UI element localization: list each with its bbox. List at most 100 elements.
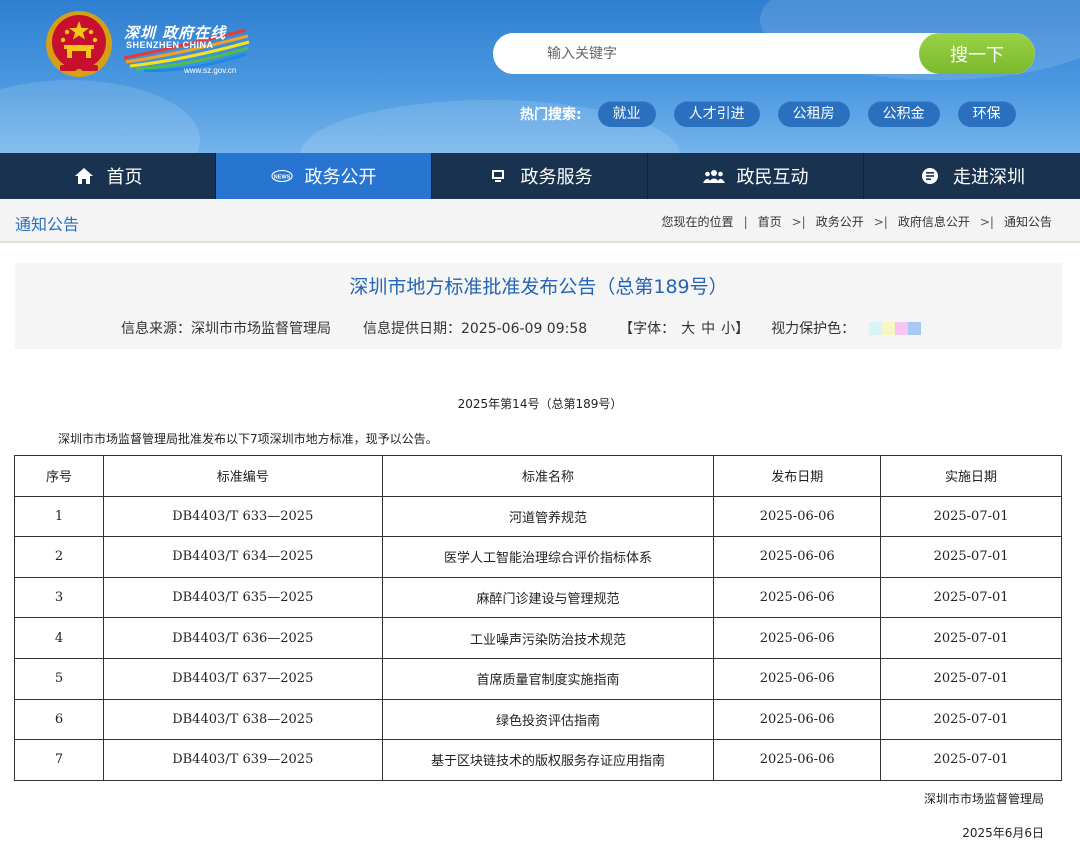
eye-color-swatch-cyan[interactable] xyxy=(869,321,883,335)
table-header: 实施日期 xyxy=(880,455,1062,497)
table-cell-publish-date: 2025-06-06 xyxy=(713,495,882,538)
breadcrumb-bar: 通知公告 您现在的位置 | 首页 >| 政务公开 >| 政府信息公开 >| 通知… xyxy=(0,199,1080,243)
eye-color-swatch-pink[interactable] xyxy=(895,321,909,335)
info-icon xyxy=(919,166,941,186)
table-cell-name: 绿色投资评估指南 xyxy=(381,698,715,741)
nav-item-government-affairs[interactable]: NEWS 政务公开 xyxy=(216,153,432,199)
table-cell-index: 1 xyxy=(14,495,104,538)
table-cell-name: 工业噪声污染防治技术规范 xyxy=(381,617,715,659)
nav-item-label: 政务公开 xyxy=(304,167,377,188)
nav-item-label: 政民互动 xyxy=(736,167,809,188)
table-header: 标准编号 xyxy=(102,455,383,497)
search-input[interactable] xyxy=(493,33,923,74)
signature: 深圳市市场监督管理局 xyxy=(923,792,1044,806)
hot-tag-environment[interactable]: 环保 xyxy=(957,101,1016,127)
font-size-large[interactable]: 大 xyxy=(681,318,695,338)
table-cell-code: DB4403/T 633—2025 xyxy=(102,495,383,538)
table-row: 7 DB4403/T 639—2025 基于区块链技术的版权服务存证应用指南 2… xyxy=(14,739,1062,781)
table-cell-publish-date: 2025-06-06 xyxy=(713,617,882,659)
table-cell-effective-date: 2025-07-01 xyxy=(880,698,1062,741)
nav-item-about-shenzhen[interactable]: 走进深圳 xyxy=(864,153,1080,199)
table-cell-code: DB4403/T 638—2025 xyxy=(102,698,383,741)
nav-item-label: 首页 xyxy=(106,167,143,188)
breadcrumb-separator: >| xyxy=(791,214,806,229)
table-cell-effective-date: 2025-07-01 xyxy=(880,739,1062,781)
article-header: 深圳市地方标准批准发布公告（总第189号） 信息来源：深圳市市场监督管理局 信息… xyxy=(15,263,1062,349)
table-row: 3 DB4403/T 635—2025 麻醉门诊建设与管理规范 2025-06-… xyxy=(14,576,1062,619)
article-meta: 信息来源：深圳市市场监督管理局 信息提供日期：2025-06-09 09:58 … xyxy=(121,318,922,338)
hot-tag-talent[interactable]: 人才引进 xyxy=(673,101,760,127)
table-cell-code: DB4403/T 634—2025 xyxy=(102,536,383,578)
table-cell-index: 6 xyxy=(14,698,104,741)
eye-color-swatch-blue[interactable] xyxy=(908,321,922,335)
table-cell-effective-date: 2025-07-01 xyxy=(880,617,1062,659)
hot-tag-public-housing[interactable]: 公租房 xyxy=(777,101,850,127)
table-cell-effective-date: 2025-07-01 xyxy=(880,576,1062,619)
nav-item-interaction[interactable]: 政民互动 xyxy=(648,153,864,199)
nav-item-home[interactable]: 首页 xyxy=(0,153,216,199)
breadcrumb-separator: | xyxy=(743,214,748,229)
breadcrumb-separator: >| xyxy=(873,214,888,229)
table-cell-name: 医学人工智能治理综合评价指标体系 xyxy=(381,536,715,578)
breadcrumb-info-disclosure[interactable]: 政府信息公开 xyxy=(898,213,970,230)
signature-date: 2025年6月6日 xyxy=(962,826,1044,840)
svg-text:NEWS: NEWS xyxy=(273,174,290,180)
hot-search-label: 热门搜索: xyxy=(520,107,582,123)
table-cell-publish-date: 2025-06-06 xyxy=(713,657,882,700)
table-cell-publish-date: 2025-06-06 xyxy=(713,739,882,781)
breadcrumb-home[interactable]: 首页 xyxy=(758,213,782,230)
section-title: 通知公告 xyxy=(15,215,80,234)
table-cell-code: DB4403/T 639—2025 xyxy=(102,739,383,781)
table-row: 1 DB4403/T 633—2025 河道管养规范 2025-06-06 20… xyxy=(14,495,1062,538)
table-cell-index: 5 xyxy=(14,657,104,700)
table-cell-effective-date: 2025-07-01 xyxy=(880,536,1062,578)
table-cell-effective-date: 2025-07-01 xyxy=(880,495,1062,538)
breadcrumb-notices[interactable]: 通知公告 xyxy=(1004,213,1052,230)
font-size-small[interactable]: 小 xyxy=(721,318,735,338)
logo-english: SHENZHEN CHINA xyxy=(126,40,214,50)
site-logo[interactable]: 深圳 政府在线 SHENZHEN CHINA www.sz.gov.cn xyxy=(124,22,254,80)
breadcrumb-prefix: 您现在的位置 xyxy=(661,215,734,229)
search-box: 搜一下 xyxy=(493,33,1035,74)
standards-table: 序号 标准编号 标准名称 发布日期 实施日期 1 DB4403/T 633—20… xyxy=(14,455,1062,781)
issue-number: 2025年第14号（总第189号） xyxy=(457,397,623,411)
font-size-label-open: 【字体： xyxy=(619,321,676,337)
eye-care-label: 视力保护色： xyxy=(771,321,856,337)
table-row: 6 DB4403/T 638—2025 绿色投资评估指南 2025-06-06 … xyxy=(14,698,1062,741)
table-cell-code: DB4403/T 635—2025 xyxy=(102,576,383,619)
hot-tag-jobs[interactable]: 就业 xyxy=(597,101,656,127)
breadcrumb: 您现在的位置 | 首页 >| 政务公开 >| 政府信息公开 >| 通知公告 xyxy=(662,213,1052,230)
breadcrumb-separator: >| xyxy=(979,214,994,229)
table-row: 4 DB4403/T 636—2025 工业噪声污染防治技术规范 2025-06… xyxy=(14,617,1062,659)
table-cell-index: 7 xyxy=(14,739,104,781)
table-header-row: 序号 标准编号 标准名称 发布日期 实施日期 xyxy=(14,455,1062,497)
nav-item-label: 走进深圳 xyxy=(953,167,1025,188)
table-cell-name: 河道管养规范 xyxy=(381,495,715,538)
table-cell-code: DB4403/T 637—2025 xyxy=(102,657,383,700)
info-source: 信息来源：深圳市市场监督管理局 xyxy=(121,321,331,337)
eye-color-swatch-yellow[interactable] xyxy=(882,321,896,335)
table-cell-index: 3 xyxy=(14,576,104,619)
logo-url: www.sz.gov.cn xyxy=(184,66,237,75)
table-row: 2 DB4403/T 634—2025 医学人工智能治理综合评价指标体系 202… xyxy=(14,536,1062,578)
table-cell-name: 麻醉门诊建设与管理规范 xyxy=(381,576,715,619)
table-cell-publish-date: 2025-06-06 xyxy=(713,698,882,741)
people-icon xyxy=(702,166,725,186)
news-icon: NEWS xyxy=(270,166,293,186)
table-cell-name: 首席质量官制度实施指南 xyxy=(381,657,715,700)
search-button[interactable]: 搜一下 xyxy=(919,33,1035,74)
table-cell-effective-date: 2025-07-01 xyxy=(880,657,1062,700)
table-header: 序号 xyxy=(14,455,104,497)
article-title: 深圳市地方标准批准发布公告（总第189号） xyxy=(349,276,728,298)
home-icon xyxy=(73,166,95,186)
site-header: 深圳 政府在线 SHENZHEN CHINA www.sz.gov.cn 搜一下… xyxy=(0,0,1080,153)
nav-item-services[interactable]: 政务服务 xyxy=(432,153,648,199)
table-cell-code: DB4403/T 636—2025 xyxy=(102,617,383,659)
table-header: 发布日期 xyxy=(713,455,882,497)
font-size-medium[interactable]: 中 xyxy=(701,318,715,338)
nav-item-label: 政务服务 xyxy=(520,167,593,188)
table-cell-index: 4 xyxy=(14,617,104,659)
monitor-icon xyxy=(487,166,509,186)
hot-tag-housing-fund[interactable]: 公积金 xyxy=(867,101,940,127)
breadcrumb-government-affairs[interactable]: 政务公开 xyxy=(816,213,864,230)
